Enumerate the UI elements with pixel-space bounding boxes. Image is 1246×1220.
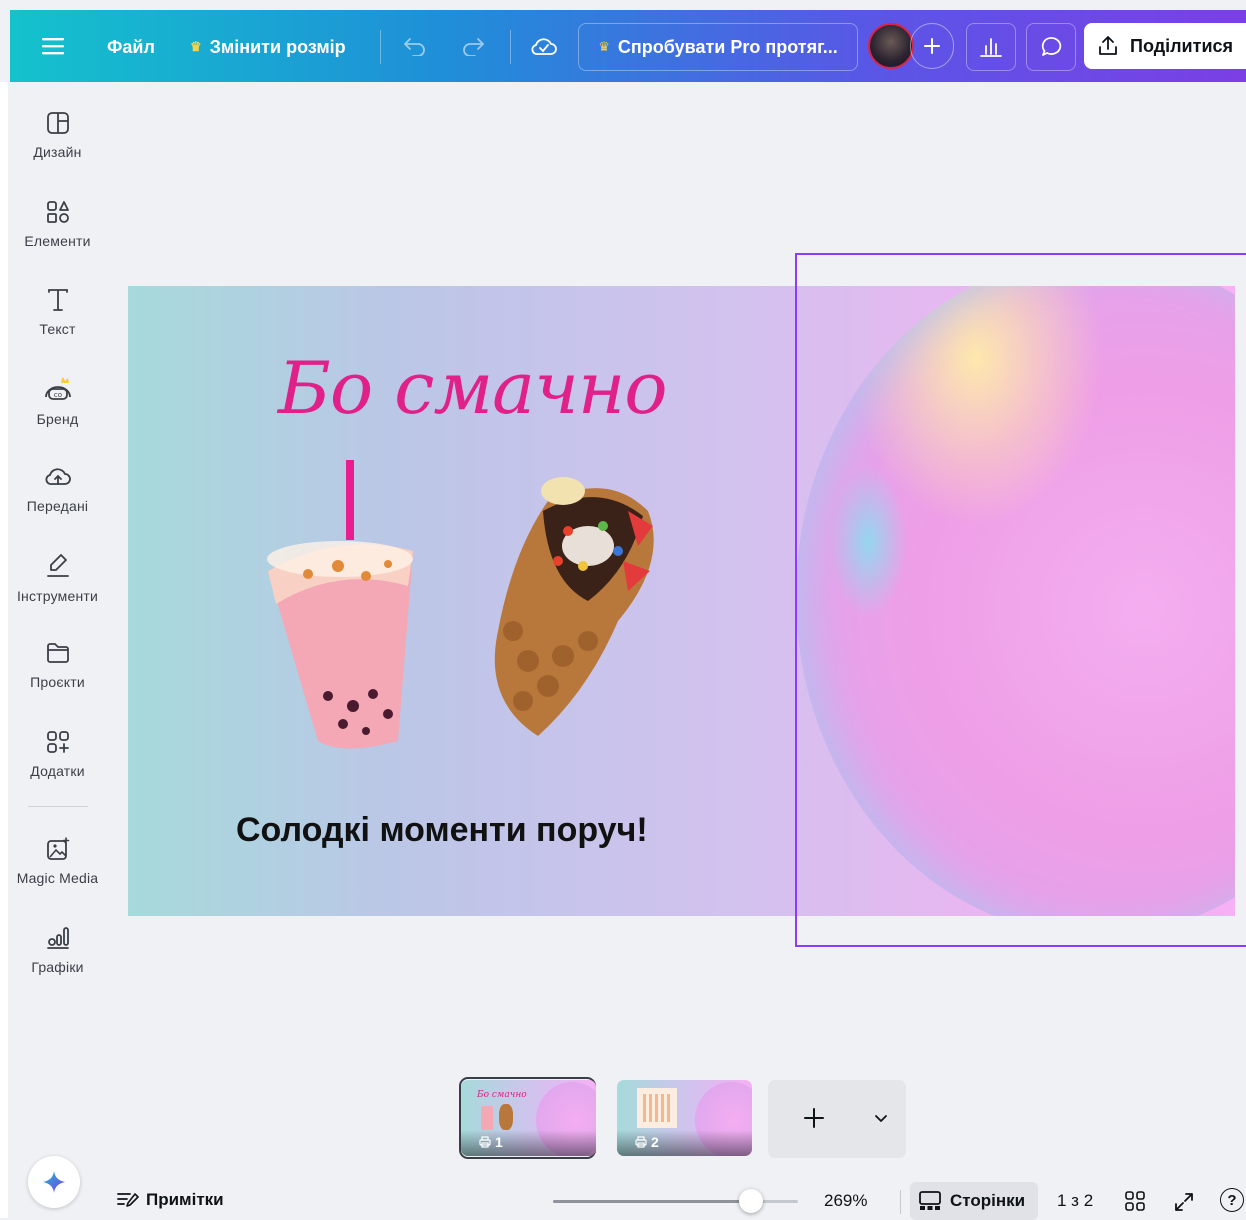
tools-icon <box>46 554 69 577</box>
sidebar-item-label: Бренд <box>36 411 79 427</box>
text-icon <box>47 289 68 311</box>
page-counter[interactable]: 1 з 2 <box>1057 1191 1093 1211</box>
zoom-slider-handle[interactable] <box>739 1189 763 1213</box>
add-collaborator-button[interactable] <box>910 23 954 69</box>
projects-icon <box>46 643 69 663</box>
charts-icon <box>46 927 69 949</box>
divider <box>380 30 381 64</box>
sidebar-item-label: Графіки <box>31 959 84 975</box>
sidebar-item-design[interactable]: Дизайн <box>8 110 107 160</box>
svg-text:co: co <box>53 391 61 399</box>
comments-button[interactable] <box>1026 23 1076 71</box>
print-icon <box>479 1136 491 1148</box>
add-page-button[interactable] <box>796 1100 832 1136</box>
analytics-button[interactable] <box>966 23 1016 71</box>
top-toolbar: Файл ♛ Змінити розмір ♛ Спробувати Pro п… <box>10 10 1246 82</box>
file-menu-button[interactable]: Файл <box>107 34 155 60</box>
pages-view-button[interactable]: Сторінки <box>910 1182 1038 1220</box>
sidebar-item-brand[interactable]: co Бренд <box>8 375 107 427</box>
avatar[interactable] <box>868 23 914 69</box>
page-number: 1 <box>479 1134 503 1150</box>
bubble-waffle-image[interactable] <box>478 471 678 746</box>
qr-code-image <box>637 1088 677 1128</box>
resize-label: Змінити розмір <box>209 36 346 57</box>
zoom-level[interactable]: 269% <box>824 1191 867 1211</box>
sidebar-item-label: Magic Media <box>16 870 99 886</box>
add-page-control <box>768 1080 906 1158</box>
sparkle-icon <box>43 1171 65 1193</box>
grid-view-icon[interactable] <box>1124 1190 1146 1216</box>
share-button[interactable]: Поділитися <box>1084 23 1246 69</box>
try-pro-button[interactable]: ♛ Спробувати Pro протяг... <box>578 23 858 71</box>
help-icon[interactable]: ? <box>1220 1188 1244 1212</box>
divider <box>510 30 511 64</box>
page-number: 2 <box>635 1134 659 1150</box>
redo-icon[interactable] <box>458 32 488 60</box>
notes-label: Примітки <box>146 1190 224 1209</box>
notes-icon <box>117 1193 139 1207</box>
zoom-slider-fill <box>553 1200 751 1203</box>
sidebar-item-label: Дизайн <box>33 144 82 160</box>
divider <box>900 1190 901 1214</box>
selection-frame <box>795 253 1246 947</box>
sidebar-item-label: Елементи <box>24 233 91 249</box>
sidebar-item-apps[interactable]: Додатки <box>8 729 107 779</box>
chevron-down-icon <box>875 1115 887 1122</box>
page-thumbnail-1[interactable]: Бо смачно 1 <box>461 1080 596 1156</box>
divider <box>28 806 88 807</box>
sidebar-item-magic-media[interactable]: Magic Media <box>8 836 107 886</box>
sidebar-item-uploads[interactable]: Передані <box>8 464 107 514</box>
sidebar-item-label: Інструменти <box>16 588 99 604</box>
menu-icon[interactable] <box>38 31 68 61</box>
left-sidebar: Дизайн Елементи Текст co Бренд Передані … <box>0 82 107 1218</box>
fullscreen-icon[interactable] <box>1172 1190 1196 1218</box>
zoom-slider[interactable] <box>553 1189 798 1213</box>
notes-button[interactable]: Примітки <box>116 1190 224 1210</box>
magic-assistant-button[interactable] <box>28 1156 80 1208</box>
cloud-saved-icon[interactable] <box>528 30 560 62</box>
plus-icon <box>924 38 940 54</box>
design-icon <box>46 112 69 134</box>
page-options-dropdown[interactable] <box>868 1106 894 1132</box>
pages-label: Сторінки <box>950 1191 1026 1210</box>
brand-icon: co <box>44 377 71 400</box>
sidebar-item-label: Додатки <box>30 763 85 779</box>
elements-icon <box>46 201 69 223</box>
sidebar-item-tools[interactable]: Інструменти <box>8 552 107 604</box>
share-icon <box>1099 36 1117 55</box>
bubble-tea-image[interactable] <box>248 456 428 756</box>
sidebar-item-elements[interactable]: Елементи <box>8 199 107 249</box>
sidebar-item-label: Проєкти <box>30 674 85 690</box>
share-label: Поділитися <box>1130 35 1234 56</box>
print-icon <box>635 1136 647 1148</box>
sidebar-item-charts[interactable]: Графіки <box>8 925 107 975</box>
apps-icon <box>46 731 69 753</box>
resize-button[interactable]: ♛ Змінити розмір <box>190 34 346 60</box>
page-thumbnail-2[interactable]: 2 <box>617 1080 752 1156</box>
uploads-icon <box>45 468 71 485</box>
magic-media-icon <box>46 837 69 860</box>
bar-chart-icon <box>980 38 1002 57</box>
plus-icon <box>804 1108 824 1128</box>
sidebar-item-text[interactable]: Текст <box>8 287 107 337</box>
sidebar-item-label: Текст <box>39 321 76 337</box>
sidebar-item-projects[interactable]: Проєкти <box>8 640 107 690</box>
sidebar-item-label: Передані <box>26 498 89 514</box>
undo-icon[interactable] <box>400 32 430 60</box>
canvas-tagline[interactable]: Солодкі моменти поруч! <box>236 811 648 850</box>
comment-icon <box>1041 37 1062 56</box>
thumb-headline: Бо смачно <box>477 1090 527 1100</box>
crown-icon: ♛ <box>598 39 610 55</box>
crown-icon: ♛ <box>190 39 202 54</box>
try-pro-label: Спробувати Pro протяг... <box>617 36 838 57</box>
pages-icon <box>919 1191 941 1210</box>
canvas-headline[interactable]: Бо смачно <box>278 346 668 430</box>
